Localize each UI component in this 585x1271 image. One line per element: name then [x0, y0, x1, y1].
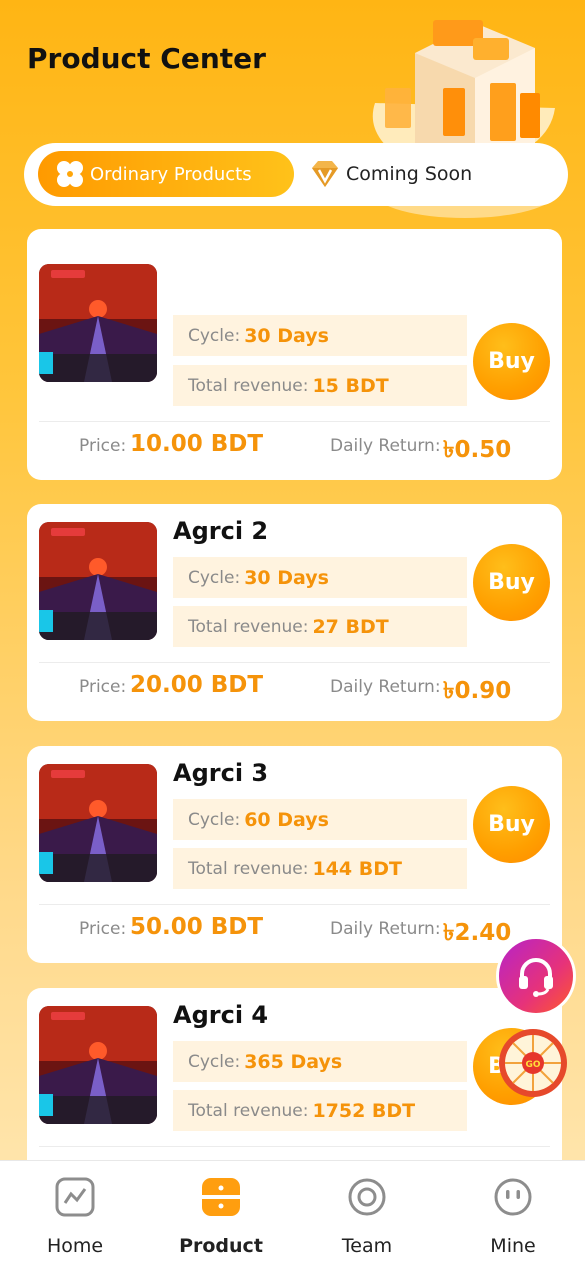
tab-team[interactable]: Team: [294, 1161, 440, 1266]
product-name: Agrci 4: [173, 1001, 269, 1029]
tab-team-label: Team: [341, 1235, 393, 1257]
cycle-info: Cycle: 30 Days: [173, 557, 467, 598]
total-revenue-label: Total revenue:: [188, 616, 309, 637]
revenue-info: Total revenue: 15 BDT: [173, 365, 467, 406]
product-name: Agrci 3: [173, 759, 269, 787]
price-row: Price: 20.00 BDT Daily Return: ৳0.90: [39, 672, 550, 704]
product-category-tabs: Ordinary Products Coming Soon: [24, 143, 568, 206]
price-value: 20.00 BDT: [130, 672, 264, 698]
total-revenue-label: Total revenue:: [188, 375, 309, 396]
total-revenue-value: 27 BDT: [312, 615, 389, 638]
divider: [39, 421, 550, 422]
revenue-info: Total revenue: 1752 BDT: [173, 1090, 467, 1131]
price-label: Price:: [79, 677, 127, 697]
cycle-value: 365 Days: [244, 1050, 343, 1073]
divider: [39, 1146, 550, 1147]
total-revenue-value: 1752 BDT: [312, 1099, 416, 1122]
daily-return-value: ৳0.50: [443, 437, 512, 463]
tab-label: Ordinary Products: [90, 163, 252, 185]
wheel-go-label: GO: [525, 1060, 540, 1070]
product-card: Agrci 2 Cycle: 30 Days Total revenue: 27…: [27, 504, 562, 721]
buy-button[interactable]: Buy: [473, 544, 550, 621]
clover-icon: [57, 161, 83, 187]
daily-return-value: ৳2.40: [443, 920, 512, 946]
tab-product-label: Product: [179, 1235, 263, 1257]
tab-mine[interactable]: Mine: [440, 1161, 585, 1266]
cycle-label: Cycle:: [188, 1051, 241, 1072]
product-thumbnail: [39, 764, 157, 882]
tab-home[interactable]: Home: [2, 1161, 148, 1266]
cycle-value: 60 Days: [244, 808, 329, 831]
buy-button[interactable]: Buy: [473, 323, 550, 400]
buy-button[interactable]: Buy: [473, 786, 550, 863]
product-thumbnail: [39, 1006, 157, 1124]
total-revenue-label: Total revenue:: [188, 858, 309, 879]
lucky-wheel-button[interactable]: GO: [497, 1027, 569, 1099]
product-card: Agrci 3 Cycle: 60 Days Total revenue: 14…: [27, 746, 562, 963]
product-card: Cycle: 30 Days Total revenue: 15 BDT Buy…: [27, 229, 562, 480]
tab-mine-label: Mine: [490, 1235, 536, 1257]
product-thumbnail: [39, 264, 157, 382]
target-icon: [348, 1178, 386, 1216]
daily-return-label: Daily Return:: [330, 436, 441, 456]
cycle-value: 30 Days: [244, 566, 329, 589]
revenue-info: Total revenue: 27 BDT: [173, 606, 467, 647]
product-thumbnail: [39, 522, 157, 640]
divider: [39, 904, 550, 905]
tab-ordinary-products[interactable]: Ordinary Products: [38, 151, 294, 197]
tab-coming-soon[interactable]: Coming Soon: [309, 151, 472, 197]
cycle-value: 30 Days: [244, 324, 329, 347]
daily-return-label: Daily Return:: [330, 677, 441, 697]
tab-product[interactable]: Product: [148, 1161, 294, 1266]
header: Product Center: [0, 0, 585, 218]
cycle-info: Cycle: 365 Days: [173, 1041, 467, 1082]
cycle-info: Cycle: 30 Days: [173, 315, 467, 356]
total-revenue-value: 15 BDT: [312, 374, 389, 397]
tab-home-label: Home: [46, 1235, 104, 1257]
cycle-label: Cycle:: [188, 325, 241, 346]
headset-icon: [519, 958, 553, 997]
price-label: Price:: [79, 919, 127, 939]
price-value: 50.00 BDT: [130, 914, 264, 940]
cycle-info: Cycle: 60 Days: [173, 799, 467, 840]
face-icon: [494, 1178, 532, 1216]
total-revenue-value: 144 BDT: [312, 857, 402, 880]
product-icon: [202, 1178, 240, 1216]
daily-return-label: Daily Return:: [330, 919, 441, 939]
daily-return-value: ৳0.90: [443, 678, 512, 704]
price-row: Price: 10.00 BDT Daily Return: ৳0.50: [39, 431, 550, 463]
lucky-wheel-icon: GO: [499, 1029, 567, 1097]
cycle-label: Cycle:: [188, 809, 241, 830]
bottom-tab-bar: Home Product Team Mine: [0, 1160, 585, 1271]
chart-icon: [55, 1177, 95, 1217]
cycle-label: Cycle:: [188, 567, 241, 588]
customer-support-button[interactable]: [496, 936, 576, 1016]
price-label: Price:: [79, 436, 127, 456]
price-value: 10.00 BDT: [130, 431, 264, 457]
total-revenue-label: Total revenue:: [188, 1100, 309, 1121]
product-name: Agrci 2: [173, 517, 269, 545]
page-title: Product Center: [27, 42, 266, 75]
revenue-info: Total revenue: 144 BDT: [173, 848, 467, 889]
price-row: Price: 50.00 BDT Daily Return: ৳2.40: [39, 914, 550, 946]
product-card: Agrci 4 Cycle: 365 Days Total revenue: 1…: [27, 988, 562, 1188]
diamond-icon: [312, 161, 338, 187]
tab-label: Coming Soon: [346, 163, 473, 185]
divider: [39, 662, 550, 663]
